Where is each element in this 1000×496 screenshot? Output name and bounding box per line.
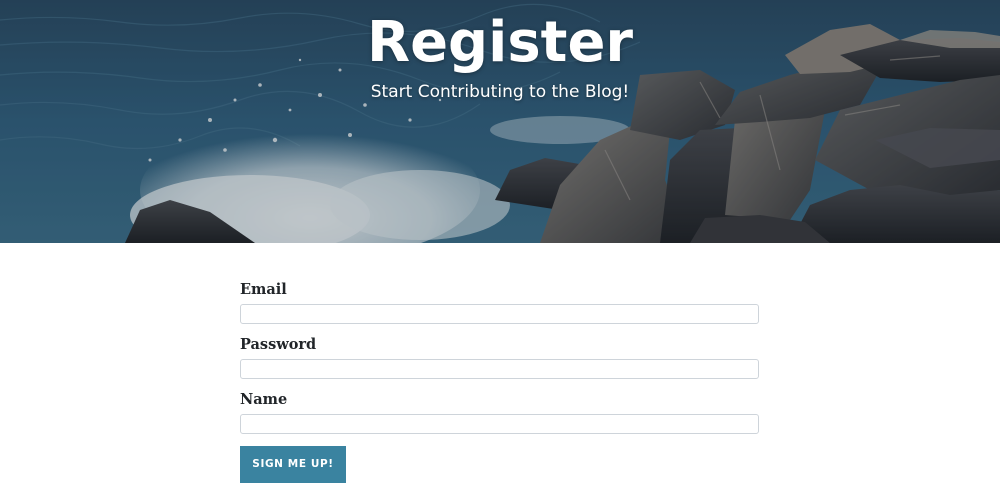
name-field[interactable]: [240, 414, 759, 434]
hero-banner: Register Start Contributing to the Blog!: [0, 0, 1000, 243]
email-field[interactable]: [240, 304, 759, 324]
register-form: Email Password Name SIGN ME UP!: [240, 280, 760, 483]
password-field[interactable]: [240, 359, 759, 379]
name-label: Name: [240, 391, 288, 408]
email-label: Email: [240, 281, 287, 298]
page-subtitle: Start Contributing to the Blog!: [370, 82, 630, 102]
sign-up-button[interactable]: SIGN ME UP!: [240, 446, 346, 483]
password-label: Password: [240, 336, 317, 353]
page-title: Register: [366, 10, 634, 75]
